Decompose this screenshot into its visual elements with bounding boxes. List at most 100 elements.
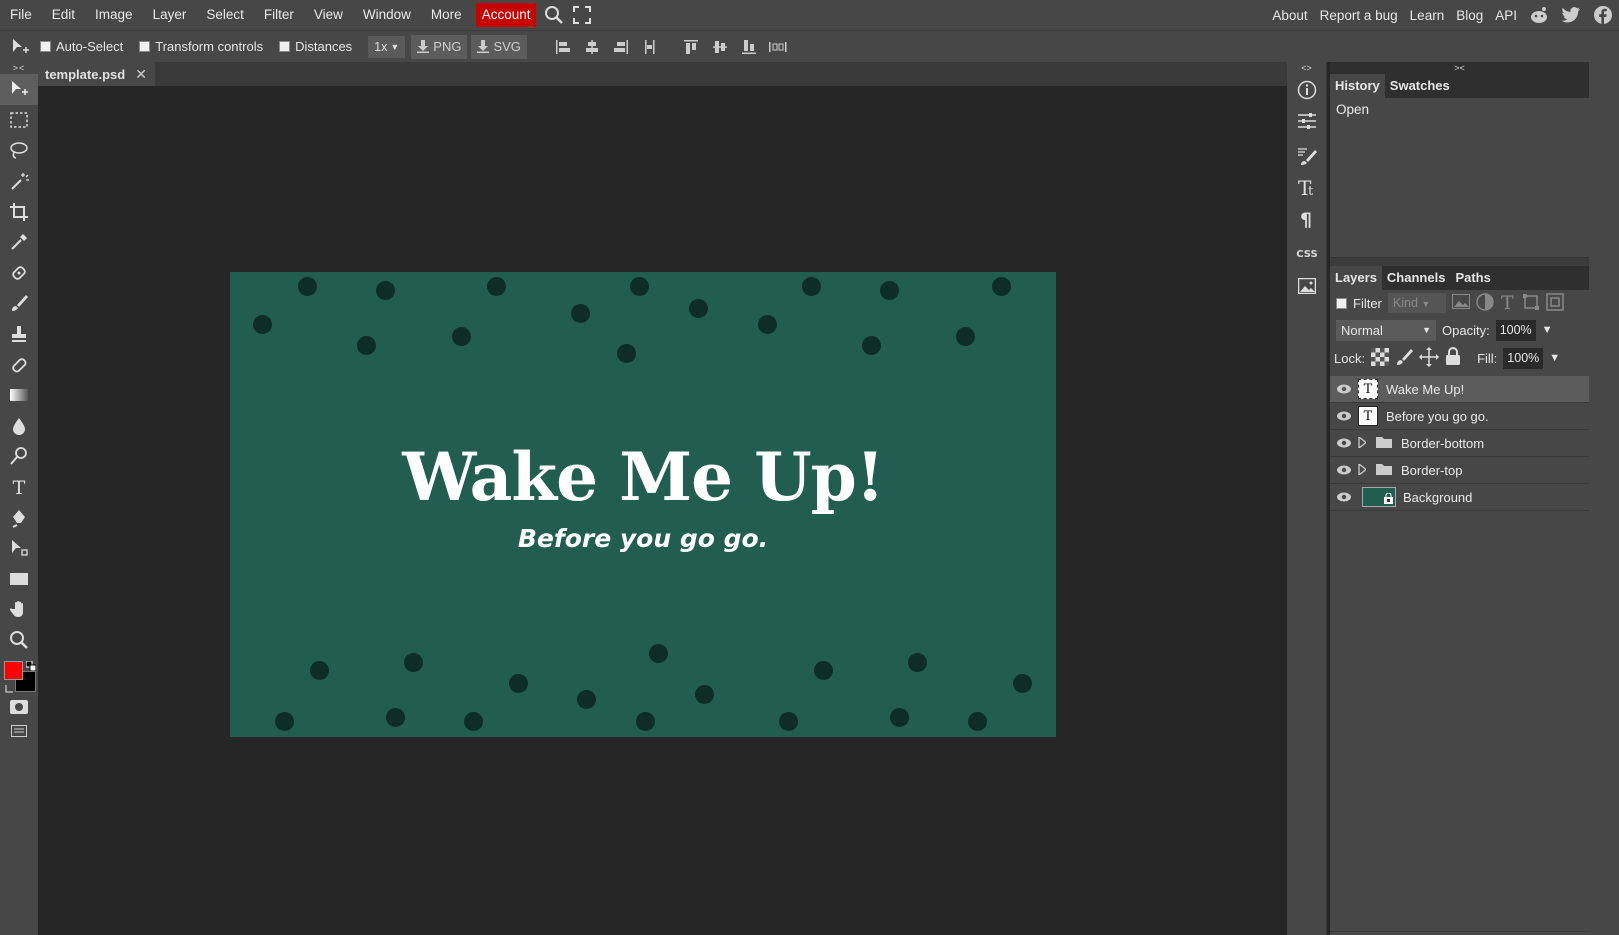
align-center-h-icon[interactable] xyxy=(578,31,607,63)
menu-view[interactable]: View xyxy=(304,0,353,30)
about-link[interactable]: About xyxy=(1266,8,1313,23)
opacity-input[interactable]: 100% xyxy=(1495,319,1536,341)
eyedropper-icon[interactable] xyxy=(0,227,38,258)
fill-input[interactable]: 100% xyxy=(1503,347,1544,369)
fullscreen-icon[interactable] xyxy=(568,0,596,30)
scale-select[interactable]: 1x ▼ xyxy=(368,35,406,58)
collapse-toggle-panel[interactable]: >< xyxy=(1330,62,1589,74)
filter-adjustment-icon[interactable] xyxy=(1476,292,1494,314)
brush-tool-icon[interactable] xyxy=(0,288,38,319)
canvas-title-text[interactable]: Wake Me Up! xyxy=(230,438,1056,516)
filter-pixel-icon[interactable] xyxy=(1451,294,1470,312)
fill-dropdown-icon[interactable]: ▼ xyxy=(1549,352,1560,364)
filter-type-icon[interactable]: T xyxy=(1500,292,1516,314)
character-icon[interactable]: Tt xyxy=(1287,171,1327,202)
info-icon[interactable] xyxy=(1287,74,1327,105)
search-icon[interactable] xyxy=(540,0,568,30)
distribute-v-icon[interactable] xyxy=(764,31,793,63)
api-link[interactable]: API xyxy=(1489,8,1523,23)
layer-row[interactable]: Background xyxy=(1330,484,1589,511)
distances-checkbox[interactable]: Distances xyxy=(279,39,352,54)
kind-select[interactable]: Kind ▼ xyxy=(1387,293,1446,313)
screen-mode-icon[interactable] xyxy=(0,719,38,743)
tab-swatches[interactable]: Swatches xyxy=(1385,74,1455,98)
auto-select-checkbox[interactable]: Auto-Select xyxy=(40,39,123,54)
align-left-icon[interactable] xyxy=(549,31,578,63)
menu-more[interactable]: More xyxy=(421,0,472,30)
zoom-tool-icon[interactable] xyxy=(0,625,38,656)
tab-history[interactable]: History xyxy=(1330,74,1385,98)
workspace[interactable]: Wake Me Up! Before you go go. xyxy=(38,86,1287,935)
eye-icon[interactable] xyxy=(1330,411,1358,421)
layer-row[interactable]: Border-top xyxy=(1330,457,1589,484)
foreground-color-swatch[interactable] xyxy=(4,661,23,681)
tab-layers[interactable]: Layers xyxy=(1330,266,1382,290)
collapse-toggle-right[interactable]: <> xyxy=(1287,62,1326,74)
facebook-icon[interactable] xyxy=(1587,0,1619,30)
default-colors-icon[interactable] xyxy=(4,682,14,693)
path-select-icon[interactable] xyxy=(0,533,38,564)
adjustments-icon[interactable] xyxy=(1287,105,1327,136)
menu-filter[interactable]: Filter xyxy=(254,0,304,30)
menu-layer[interactable]: Layer xyxy=(143,0,197,30)
opacity-dropdown-icon[interactable]: ▼ xyxy=(1542,324,1553,336)
rectangle-tool-icon[interactable] xyxy=(0,564,38,595)
menu-image[interactable]: Image xyxy=(85,0,143,30)
brush-settings-icon[interactable] xyxy=(1287,140,1327,171)
blog-link[interactable]: Blog xyxy=(1450,8,1489,23)
filter-checkbox[interactable] xyxy=(1336,297,1347,309)
filter-smart-icon[interactable] xyxy=(1546,292,1564,314)
align-bottom-icon[interactable] xyxy=(735,31,764,63)
distribute-h-icon[interactable] xyxy=(636,31,665,63)
menu-edit[interactable]: Edit xyxy=(42,0,85,30)
collapse-toggle-left[interactable]: >< xyxy=(0,62,38,74)
lock-transparency-icon[interactable] xyxy=(1371,347,1390,369)
quick-mask-icon[interactable] xyxy=(0,695,38,719)
lasso-tool-icon[interactable] xyxy=(0,135,38,166)
gradient-tool-icon[interactable] xyxy=(0,380,38,411)
twitter-icon[interactable] xyxy=(1555,0,1587,30)
close-icon[interactable]: ✕ xyxy=(135,66,147,83)
marquee-tool-icon[interactable] xyxy=(0,105,38,136)
transform-controls-checkbox[interactable]: Transform controls xyxy=(139,39,263,54)
document-tab[interactable]: template.psd ✕ xyxy=(38,62,155,86)
filter-shape-icon[interactable] xyxy=(1522,293,1540,314)
menu-file[interactable]: File xyxy=(0,0,42,30)
lock-all-icon[interactable] xyxy=(1445,347,1461,369)
magic-wand-icon[interactable] xyxy=(0,166,38,197)
image-icon[interactable] xyxy=(1287,270,1327,301)
layer-row[interactable]: Border-bottom xyxy=(1330,430,1589,457)
align-right-icon[interactable] xyxy=(607,31,636,63)
export-png-button[interactable]: PNG xyxy=(411,34,468,59)
report-bug-link[interactable]: Report a bug xyxy=(1314,8,1404,23)
pen-tool-icon[interactable] xyxy=(0,502,38,533)
align-top-icon[interactable] xyxy=(677,31,706,63)
document-canvas[interactable]: Wake Me Up! Before you go go. xyxy=(230,272,1056,737)
learn-link[interactable]: Learn xyxy=(1404,8,1451,23)
eye-icon[interactable] xyxy=(1330,492,1358,502)
type-tool-icon[interactable]: T xyxy=(0,472,38,503)
eye-icon[interactable] xyxy=(1330,384,1358,394)
menu-window[interactable]: Window xyxy=(353,0,421,30)
history-item[interactable]: Open xyxy=(1330,98,1589,122)
align-middle-icon[interactable] xyxy=(706,31,735,63)
layer-row[interactable]: T Wake Me Up! xyxy=(1330,376,1589,403)
blur-tool-icon[interactable] xyxy=(0,411,38,442)
menu-select[interactable]: Select xyxy=(196,0,254,30)
lock-pixels-icon[interactable] xyxy=(1395,348,1414,369)
swap-colors-icon[interactable] xyxy=(25,659,37,672)
chevron-right-icon[interactable] xyxy=(1358,462,1372,478)
crop-tool-icon[interactable] xyxy=(0,196,38,227)
dodge-tool-icon[interactable] xyxy=(0,441,38,472)
export-svg-button[interactable]: SVG xyxy=(471,34,527,59)
hand-tool-icon[interactable] xyxy=(0,594,38,625)
reddit-icon[interactable] xyxy=(1523,0,1555,30)
css-icon[interactable]: CSS xyxy=(1287,239,1327,270)
healing-brush-icon[interactable] xyxy=(0,258,38,289)
eraser-tool-icon[interactable] xyxy=(0,349,38,380)
move-tool-icon[interactable] xyxy=(0,74,38,105)
layer-row[interactable]: T Before you go go. xyxy=(1330,403,1589,430)
account-button[interactable]: Account xyxy=(475,3,537,27)
chevron-right-icon[interactable] xyxy=(1358,435,1372,451)
stamp-tool-icon[interactable] xyxy=(0,319,38,350)
